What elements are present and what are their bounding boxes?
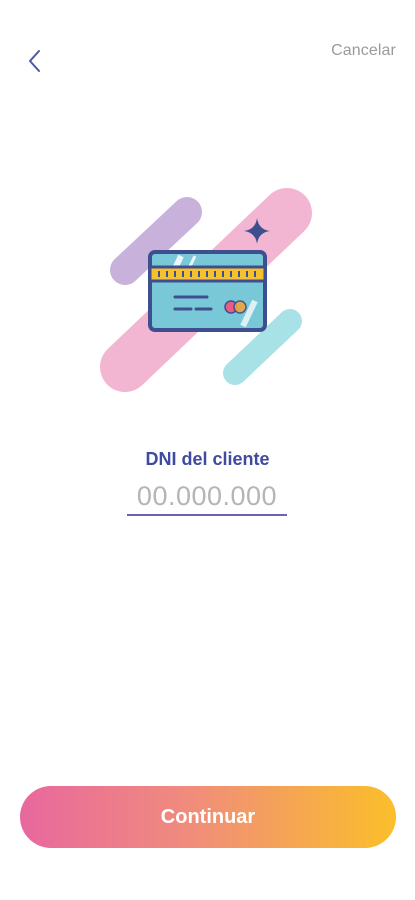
cancel-link[interactable]: Cancelar [331, 42, 396, 60]
card-illustration [95, 185, 320, 400]
back-button[interactable] [22, 46, 50, 76]
dni-input[interactable] [127, 478, 287, 516]
dni-label: DNI del cliente [145, 449, 270, 469]
continue-button[interactable]: Continuar [20, 786, 396, 848]
credit-card-icon [100, 188, 312, 392]
chevron-left-icon [29, 50, 40, 72]
